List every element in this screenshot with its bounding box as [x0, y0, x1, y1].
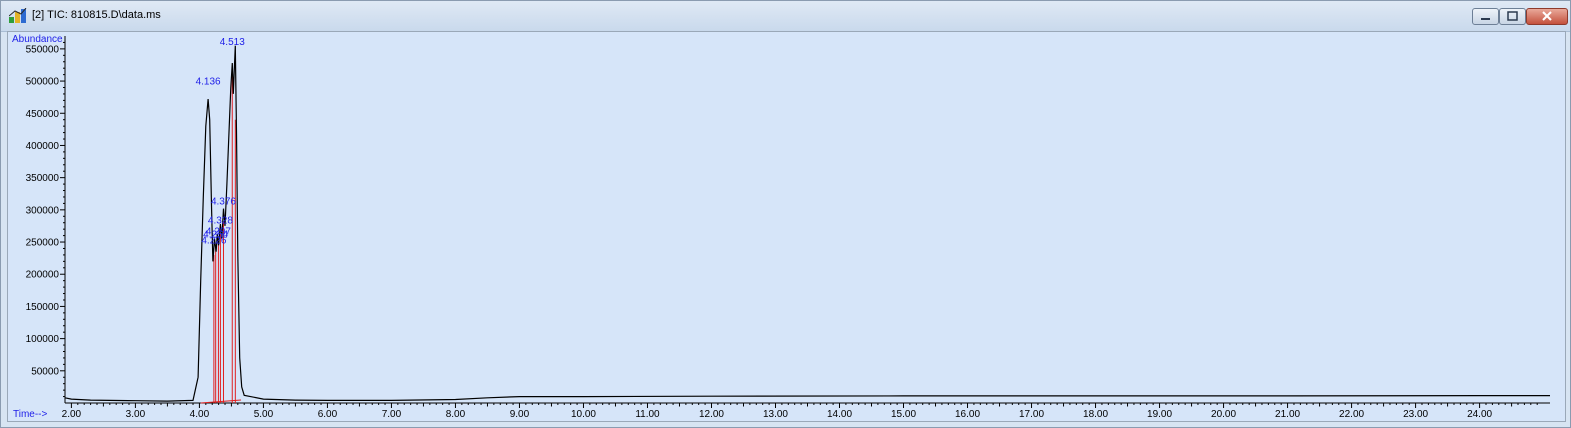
- x-tick-label: 16.00: [955, 409, 980, 420]
- x-tick-label: 11.00: [635, 409, 660, 420]
- x-tick-label: 24.00: [1467, 409, 1492, 420]
- x-tick-label: 22.00: [1339, 409, 1364, 420]
- peak-label: 4.226: [201, 235, 226, 246]
- peak-label: 4.136: [196, 76, 221, 87]
- x-tick-label: 3.00: [126, 409, 146, 420]
- close-button[interactable]: [1526, 8, 1568, 25]
- y-tick-label: 400000: [26, 141, 60, 152]
- chromatogram-app-icon: [9, 8, 27, 23]
- title-bar[interactable]: [2] TIC: 810815.D\data.ms: [1, 1, 1570, 32]
- close-icon: [1542, 11, 1552, 21]
- peak-label: 4.376: [211, 197, 236, 208]
- tic-chromatogram-chart[interactable]: 50000 100000 150000 200000 250000 300000 35000…: [8, 32, 1565, 421]
- maximize-icon: [1507, 11, 1518, 21]
- x-tick-label: 12.00: [699, 409, 724, 420]
- y-tick-label: 300000: [26, 205, 60, 216]
- y-tick-label: 550000: [26, 44, 60, 55]
- x-tick-label: 5.00: [254, 409, 274, 420]
- y-axis-title: Abundance: [12, 34, 63, 45]
- plot-background: [65, 36, 1550, 403]
- x-tick-label: 8.00: [446, 409, 466, 420]
- peak-label: 4.561: [223, 32, 248, 34]
- x-tick-label: 20.00: [1211, 409, 1236, 420]
- x-tick-label: 7.00: [382, 409, 402, 420]
- y-tick-label: 250000: [26, 238, 60, 249]
- minimize-button[interactable]: [1472, 8, 1499, 25]
- x-tick-label: 4.00: [190, 409, 210, 420]
- y-tick-label: 50000: [31, 366, 59, 377]
- x-tick-label: 2.00: [62, 409, 82, 420]
- peak-label: 4.328: [208, 215, 233, 226]
- y-tick-label: 150000: [26, 302, 60, 313]
- maximize-button[interactable]: [1499, 8, 1526, 25]
- y-tick-label: 350000: [26, 173, 60, 184]
- x-tick-label: 18.00: [1083, 409, 1108, 420]
- peak-label: 4.513: [220, 37, 245, 48]
- y-tick-label: 500000: [26, 77, 60, 88]
- y-tick-label: 450000: [26, 109, 60, 120]
- x-tick-label: 6.00: [318, 409, 338, 420]
- y-tick-label: 100000: [26, 334, 60, 345]
- x-tick-label: 9.00: [510, 409, 530, 420]
- x-tick-label: 15.00: [891, 409, 916, 420]
- x-axis-title: Time-->: [13, 409, 48, 420]
- chromatogram-plot-area[interactable]: 50000 100000 150000 200000 250000 300000 35000…: [7, 31, 1566, 422]
- x-tick-label: 14.00: [827, 409, 852, 420]
- x-tick-label: 23.00: [1403, 409, 1428, 420]
- window-title: [2] TIC: 810815.D\data.ms: [32, 9, 161, 21]
- y-tick-label: 200000: [26, 270, 60, 281]
- x-tick-label: 19.00: [1147, 409, 1172, 420]
- x-tick-label: 21.00: [1275, 409, 1300, 420]
- x-tick-label: 13.00: [763, 409, 788, 420]
- x-tick-label: 17.00: [1019, 409, 1044, 420]
- chromatogram-window: [2] TIC: 810815.D\data.ms 50000 100000 150…: [0, 0, 1571, 428]
- minimize-icon: [1481, 18, 1490, 20]
- x-tick-label: 10.00: [571, 409, 596, 420]
